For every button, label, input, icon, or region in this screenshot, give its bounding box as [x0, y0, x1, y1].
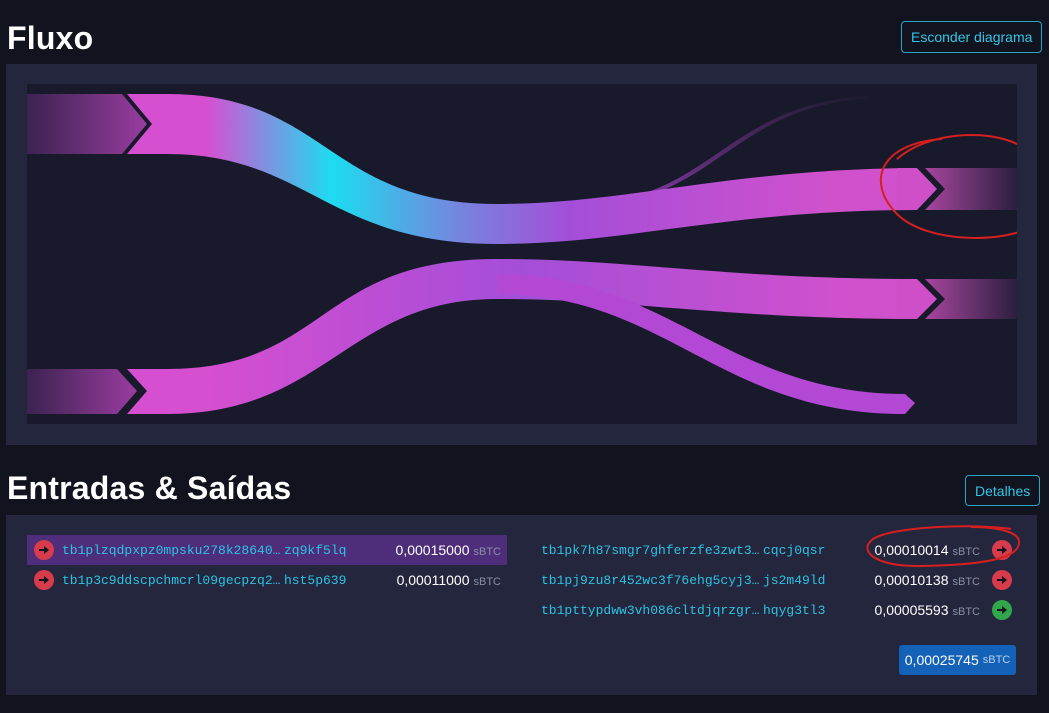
arrow-right-icon[interactable] — [992, 570, 1012, 590]
input-stub-1 — [27, 94, 147, 154]
output-address[interactable]: tb1pk7h87smgr7ghferzfe3zwt3… cqcj0qsr — [541, 542, 841, 558]
address-tail: js2m49ld — [763, 572, 826, 588]
address-tail: hst5p639 — [284, 572, 347, 588]
flow-input-1 — [127, 94, 917, 244]
total-unit: sBTC — [982, 654, 1011, 666]
flow-title: Fluxo — [7, 20, 94, 56]
address-tail: cqcj0qsr — [763, 542, 826, 558]
flow-svg — [27, 94, 1017, 414]
input-row[interactable]: tb1p3c9ddscpchmcrl09gecpzq2… hst5p639 0,00… — [27, 565, 507, 595]
address-head: tb1pj9zu8r452wc3f76ehg5cyj3… — [541, 572, 760, 588]
io-title: Entradas & Saídas — [7, 470, 292, 506]
output-stub-1 — [925, 168, 1017, 210]
address-head: tb1plzqdpxpz0mpsku278k28640… — [62, 542, 281, 558]
flow-diagram — [27, 84, 1017, 424]
output-chevron-1 — [897, 168, 937, 210]
output-stub-2 — [925, 279, 1017, 319]
output-row[interactable]: tb1pttypdww3vh086cltdjqrzgr… hqyg3tl3 0,00… — [541, 595, 1016, 625]
output-address[interactable]: tb1pj9zu8r452wc3f76ehg5cyj3… js2m49ld — [541, 572, 841, 588]
total-badge: 0,00025745 sBTC — [899, 645, 1016, 675]
input-row[interactable]: tb1plzqdpxpz0mpsku278k28640… zq9kf5lq 0,00… — [27, 535, 507, 565]
details-button[interactable]: Detalhes — [965, 475, 1041, 506]
arrow-right-icon[interactable] — [34, 570, 54, 590]
address-head: tb1pttypdww3vh086cltdjqrzgr… — [541, 602, 760, 618]
address-head: tb1pk7h87smgr7ghferzfe3zwt3… — [541, 542, 760, 558]
flow-panel — [6, 64, 1037, 445]
address-head: tb1p3c9ddscpchmcrl09gecpzq2… — [62, 572, 281, 588]
input-amount: 0,00011000 sBTC — [396, 572, 501, 588]
arrow-right-icon[interactable] — [992, 600, 1012, 620]
total-amount: 0,00025745 — [904, 652, 979, 668]
address-tail: zq9kf5lq — [284, 542, 347, 558]
io-panel: tb1plzqdpxpz0mpsku278k28640… zq9kf5lq 0,00… — [6, 515, 1037, 695]
input-stub-2 — [27, 369, 137, 414]
output-address[interactable]: tb1pttypdww3vh086cltdjqrzgr… hqyg3tl3 — [541, 602, 841, 618]
address-tail: hqyg3tl3 — [763, 602, 826, 618]
arrow-right-icon[interactable] — [34, 540, 54, 560]
output-amount: 0,00005593 sBTC — [874, 602, 980, 618]
annotation-circle-amount — [866, 525, 1021, 568]
input-address[interactable]: tb1plzqdpxpz0mpsku278k28640… zq9kf5lq — [62, 542, 352, 558]
output-amount: 0,00010138 sBTC — [874, 572, 980, 588]
input-amount: 0,00015000 sBTC — [395, 542, 501, 558]
input-address[interactable]: tb1p3c9ddscpchmcrl09gecpzq2… hst5p639 — [62, 572, 352, 588]
hide-diagram-button[interactable]: Esconder diagrama — [901, 21, 1043, 53]
